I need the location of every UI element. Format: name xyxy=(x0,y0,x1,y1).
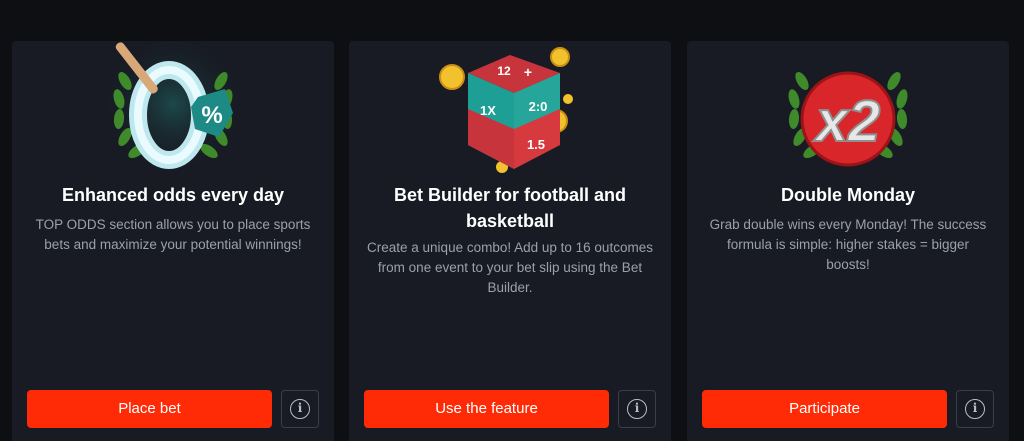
info-icon: i xyxy=(965,399,985,419)
info-button[interactable]: i xyxy=(281,390,319,428)
promo-description: Create a unique combo! Add up to 16 outc… xyxy=(367,240,653,295)
cube-face-label: + xyxy=(524,64,532,80)
x2-badge-text: x2 xyxy=(813,89,881,154)
promo-title: Double Monday xyxy=(781,185,915,205)
promo-title: Bet Builder for football and basketball xyxy=(394,185,626,231)
cube-face-label: 2:0 xyxy=(529,99,548,114)
cube-face-label: 1.5 xyxy=(527,137,545,152)
info-button[interactable]: i xyxy=(956,390,994,428)
info-icon: i xyxy=(627,399,647,419)
cube-face-label: 12 xyxy=(497,64,511,78)
place-bet-button[interactable]: Place bet xyxy=(27,390,272,428)
zero-percent-badge-icon: % xyxy=(73,41,273,176)
promo-cards-section: % Enhanced odds every day TOP ODDS secti… xyxy=(0,0,1024,441)
participate-button[interactable]: Participate xyxy=(702,390,947,428)
promo-description: Grab double wins every Monday! The succe… xyxy=(709,217,987,272)
promo-card-double-monday: x2 Double Monday Grab double wins every … xyxy=(687,41,1009,441)
info-button[interactable]: i xyxy=(618,390,656,428)
puzzle-cube-icon: 12 + 1X 2:0 1.5 xyxy=(410,41,610,176)
promo-card-bet-builder: 12 + 1X 2:0 1.5 Bet Builder for football… xyxy=(349,41,671,441)
x2-badge-icon: x2 xyxy=(748,41,948,176)
promo-card-enhanced-odds: % Enhanced odds every day TOP ODDS secti… xyxy=(12,41,334,441)
promo-description: TOP ODDS section allows you to place spo… xyxy=(35,217,311,252)
cube-face-label: 1X xyxy=(480,103,496,118)
promo-title: Enhanced odds every day xyxy=(61,185,285,205)
info-icon: i xyxy=(290,399,310,419)
percent-badge-text: % xyxy=(201,102,222,129)
use-feature-button[interactable]: Use the feature xyxy=(364,390,609,428)
